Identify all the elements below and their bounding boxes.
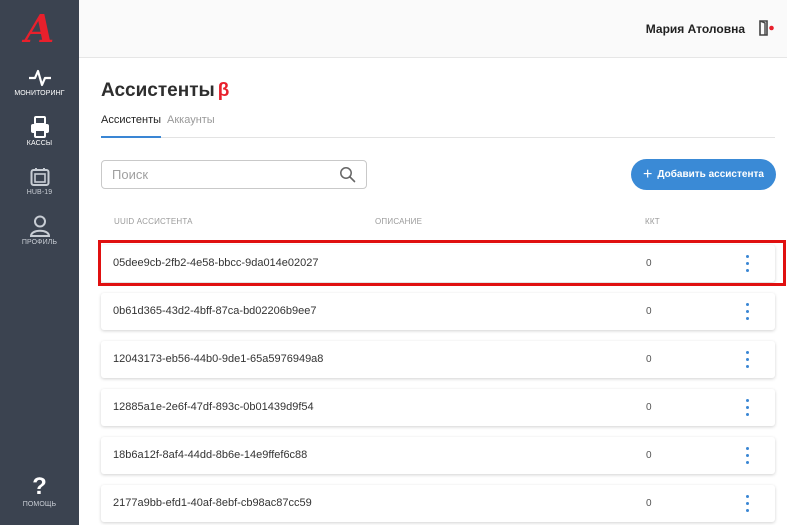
row-menu-icon[interactable] bbox=[741, 351, 753, 368]
row-menu-icon[interactable] bbox=[741, 447, 753, 464]
row-kkt: 0 bbox=[646, 498, 652, 509]
tab-bar: Ассистенты Аккаунты bbox=[101, 112, 775, 138]
row-kkt: 0 bbox=[646, 450, 652, 461]
plus-icon: + bbox=[643, 165, 653, 183]
hub-icon bbox=[30, 168, 49, 186]
column-header-description[interactable]: Описание bbox=[375, 217, 422, 226]
column-header-uuid[interactable]: UUID ассистента bbox=[114, 217, 193, 226]
sidebar-item-kassy[interactable]: Кассы bbox=[0, 116, 79, 147]
user-icon bbox=[29, 215, 50, 237]
row-menu-icon[interactable] bbox=[741, 255, 753, 272]
table-row[interactable]: 0b61d365-43d2-4bff-87ca-bd02206b9ee7 0 bbox=[101, 293, 775, 330]
logo-letter: A bbox=[24, 6, 55, 51]
page-title-text: Ассистенты bbox=[101, 80, 215, 101]
top-header: Мария Атоловна bbox=[79, 0, 787, 58]
table-row[interactable]: 2177a9bb-efd1-40af-8ebf-cb98ac87cc59 0 bbox=[101, 485, 775, 522]
table-row[interactable]: 05dee9cb-2fb2-4e58-bbcc-9da014e02027 0 bbox=[101, 245, 775, 282]
logout-icon[interactable] bbox=[757, 19, 775, 37]
row-uuid: 12043173-eb56-44b0-9de1-65a5976949a8 bbox=[113, 353, 324, 365]
sidebar-item-label: Мониторинг bbox=[14, 90, 65, 97]
row-uuid: 12885a1e-2e6f-47df-893c-0b01439d9f54 bbox=[113, 401, 314, 413]
row-uuid: 0b61d365-43d2-4bff-87ca-bd02206b9ee7 bbox=[113, 305, 317, 317]
sidebar-item-label: Профиль bbox=[21, 239, 58, 246]
search-icon[interactable] bbox=[339, 166, 356, 183]
table-row[interactable]: 12885a1e-2e6f-47df-893c-0b01439d9f54 0 bbox=[101, 389, 775, 426]
search-box bbox=[101, 160, 367, 189]
sidebar-item-monitoring[interactable]: Мониторинг bbox=[0, 68, 79, 97]
row-menu-icon[interactable] bbox=[741, 399, 753, 416]
sidebar-item-label: HUB-19 bbox=[26, 189, 53, 196]
user-name[interactable]: Мария Атоловна bbox=[646, 22, 745, 36]
column-header-kkt[interactable]: ККТ bbox=[645, 217, 660, 226]
row-kkt: 0 bbox=[646, 402, 652, 413]
row-menu-icon[interactable] bbox=[741, 495, 753, 512]
sidebar-item-label: Кассы bbox=[26, 140, 53, 147]
row-uuid: 18b6a12f-8af4-44dd-8b6e-14e9ffef6c88 bbox=[113, 449, 308, 461]
row-kkt: 0 bbox=[646, 258, 652, 269]
page-title: Ассистенты β bbox=[101, 80, 229, 102]
app-logo[interactable]: A bbox=[0, 0, 79, 58]
sidebar-item-profile[interactable]: Профиль bbox=[0, 215, 79, 246]
sidebar-item-help[interactable]: ? Помощь bbox=[0, 473, 79, 509]
search-input[interactable] bbox=[112, 161, 327, 188]
question-icon: ? bbox=[32, 473, 47, 500]
row-menu-icon[interactable] bbox=[741, 303, 753, 320]
table-row[interactable]: 18b6a12f-8af4-44dd-8b6e-14e9ffef6c88 0 bbox=[101, 437, 775, 474]
row-uuid: 05dee9cb-2fb2-4e58-bbcc-9da014e02027 bbox=[113, 257, 319, 269]
printer-icon bbox=[30, 116, 49, 138]
beta-badge: β bbox=[217, 80, 230, 101]
tab-accounts[interactable]: Аккаунты bbox=[167, 114, 215, 138]
pulse-icon bbox=[28, 69, 51, 87]
sidebar: A Мониторинг Кассы HUB-19 Профиль ? bbox=[0, 0, 79, 525]
add-assistant-button[interactable]: + Добавить ассистента bbox=[631, 159, 776, 190]
add-assistant-label: Добавить ассистента bbox=[657, 169, 764, 180]
tab-assistants[interactable]: Ассистенты bbox=[101, 114, 162, 138]
sidebar-item-hub19[interactable]: HUB-19 bbox=[0, 167, 79, 196]
row-kkt: 0 bbox=[646, 354, 652, 365]
row-kkt: 0 bbox=[646, 306, 652, 317]
row-uuid: 2177a9bb-efd1-40af-8ebf-cb98ac87cc59 bbox=[113, 497, 312, 509]
sidebar-item-label: Помощь bbox=[22, 501, 57, 508]
table-row[interactable]: 12043173-eb56-44b0-9de1-65a5976949a8 0 bbox=[101, 341, 775, 378]
